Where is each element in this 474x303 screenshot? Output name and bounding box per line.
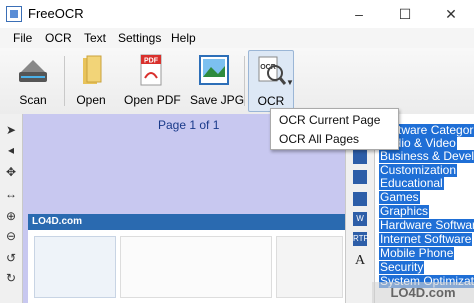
rtf-export-icon[interactable]: RTF bbox=[353, 232, 368, 246]
window-title: FreeOCR bbox=[28, 6, 84, 21]
close-button[interactable]: ✕ bbox=[428, 0, 474, 28]
preview-category-list bbox=[34, 236, 116, 298]
open-pdf-label: Open PDF bbox=[124, 93, 181, 107]
app-icon bbox=[6, 6, 22, 22]
ocr-text-line: Business & Development bbox=[379, 150, 474, 163]
title-bar: FreeOCR – ☐ ✕ bbox=[0, 0, 474, 29]
menu-help[interactable]: Help bbox=[171, 31, 196, 45]
save-jpg-label: Save JPG bbox=[190, 93, 245, 107]
ocr-text-line: Graphics bbox=[379, 204, 430, 218]
ocr-magnifier-icon: OCR bbox=[258, 56, 287, 85]
ocr-dropdown-menu: OCR Current Page OCR All Pages bbox=[270, 108, 399, 150]
ocr-text-line: Mobile Phone bbox=[379, 246, 455, 260]
pdf-icon: PDF bbox=[140, 54, 162, 86]
ocr-label: OCR bbox=[257, 94, 285, 108]
menu-ocr[interactable]: OCR bbox=[45, 31, 72, 45]
scan-label: Scan bbox=[19, 93, 47, 107]
menu-settings[interactable]: Settings bbox=[118, 31, 161, 45]
menu-item-ocr-current-page[interactable]: OCR Current Page bbox=[279, 113, 380, 127]
scanner-icon bbox=[19, 60, 47, 82]
menu-bar: File OCR Text Settings Help bbox=[0, 28, 474, 49]
ocr-text-line: Internet Software bbox=[379, 232, 473, 246]
move-icon[interactable]: ✥ bbox=[3, 164, 19, 180]
zoom-in-icon[interactable]: ⊕ bbox=[3, 208, 19, 224]
preview-sidebar bbox=[276, 236, 343, 298]
cursor-icon[interactable]: ➤ bbox=[3, 122, 19, 138]
folder-icon bbox=[83, 55, 102, 84]
zoom-out-icon[interactable]: ⊖ bbox=[3, 228, 19, 244]
maximize-button[interactable]: ☐ bbox=[382, 0, 428, 28]
fit-width-icon[interactable]: ↔ bbox=[3, 186, 19, 202]
menu-item-ocr-all-pages[interactable]: OCR All Pages bbox=[279, 132, 359, 146]
left-toolbar: ➤ ◂ ✥ ↔ ⊕ ⊖ ↺ ↻ bbox=[0, 114, 23, 303]
pointer-icon[interactable]: ◂ bbox=[3, 142, 19, 158]
open-pdf-button[interactable]: PDF Open PDF bbox=[124, 50, 181, 112]
copy-icon[interactable] bbox=[353, 150, 367, 164]
save-text-icon[interactable] bbox=[353, 170, 367, 184]
minimize-button[interactable]: – bbox=[336, 0, 382, 28]
svg-text:PDF: PDF bbox=[144, 58, 159, 65]
open-button[interactable]: Open bbox=[68, 50, 114, 112]
open-label: Open bbox=[76, 93, 106, 107]
menu-file[interactable]: File bbox=[13, 31, 32, 45]
page-indicator: Page 1 of 1 bbox=[158, 118, 220, 132]
toolbar-divider bbox=[64, 56, 65, 106]
save-jpg-button[interactable]: Save JPG bbox=[190, 50, 245, 112]
ocr-text-line: Games bbox=[379, 190, 420, 204]
chevron-down-icon[interactable]: ▼ bbox=[286, 78, 294, 87]
scan-button[interactable]: Scan bbox=[6, 50, 60, 112]
ocr-text-line: Hardware Software bbox=[379, 219, 474, 232]
toolbar: Scan Open PDF Open PDF Save JPG OCR OCR … bbox=[0, 48, 474, 115]
toolbar-divider bbox=[244, 56, 245, 106]
ocr-text-line: Educational bbox=[379, 176, 444, 190]
preview-header: LO4D.com bbox=[28, 214, 345, 230]
image-icon bbox=[199, 55, 229, 85]
scanned-page-preview: LO4D.com bbox=[28, 214, 345, 303]
clear-icon[interactable] bbox=[353, 192, 367, 206]
rotate-right-icon[interactable]: ↻ bbox=[3, 270, 19, 286]
lo4d-watermark: LO4D.com bbox=[372, 282, 474, 303]
word-export-icon[interactable]: W bbox=[353, 212, 367, 226]
menu-text[interactable]: Text bbox=[84, 31, 106, 45]
rotate-left-icon[interactable]: ↺ bbox=[3, 250, 19, 266]
preview-downloads bbox=[120, 236, 272, 298]
ocr-text-line: Security bbox=[379, 260, 425, 274]
font-icon[interactable]: A bbox=[353, 254, 367, 268]
preview-logo: LO4D.com bbox=[32, 216, 83, 227]
